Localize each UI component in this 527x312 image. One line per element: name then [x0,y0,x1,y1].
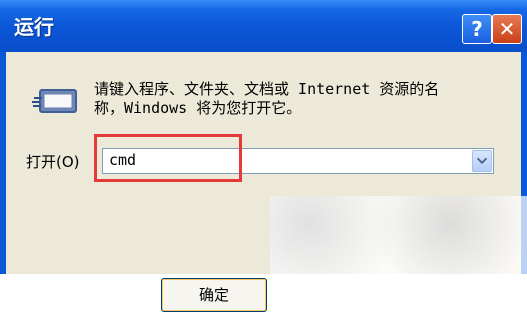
help-icon: ? [471,17,483,41]
run-dialog-window: 运行 ? ✕ 请键入程序、文件夹、文档或 Internet 资源的名 称，Win… [0,0,527,312]
instruction-line-2: 称，Windows 将为您打开它。 [94,99,302,117]
input-highlight-box [94,134,242,182]
close-button[interactable]: ✕ [492,14,522,44]
open-label: 打开(O) [26,153,80,171]
ok-button[interactable]: 确定 [161,278,267,312]
close-icon: ✕ [498,17,516,41]
dropdown-button[interactable] [472,150,492,172]
watermark-overlay [270,196,527,274]
instruction-text: 请键入程序、文件夹、文档或 Internet 资源的名 称，Windows 将为… [94,80,494,118]
titlebar[interactable]: 运行 ? ✕ [0,0,527,52]
window-title: 运行 [14,15,54,39]
run-dialog-icon [32,89,77,113]
help-button[interactable]: ? [462,14,492,44]
chevron-down-icon [476,157,488,165]
instruction-line-1: 请键入程序、文件夹、文档或 Internet 资源的名 [94,80,440,98]
